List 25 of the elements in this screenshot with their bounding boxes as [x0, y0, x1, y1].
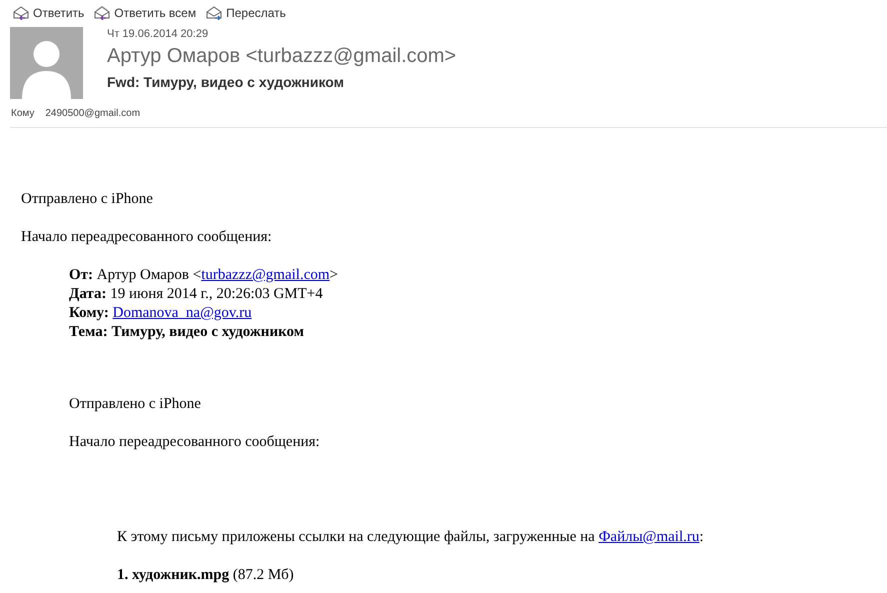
body-text: Начало переадресованного сообщения:: [21, 228, 273, 247]
header-line: От: Артур Омаров <turbazzz@gmail.com>: [69, 266, 340, 285]
files-link[interactable]: Файлы@mail.ru: [598, 529, 700, 545]
reply-all-button[interactable]: Ответить всем: [94, 3, 196, 22]
header-line: Тема: Тимуру, видео с художником: [69, 323, 305, 342]
message-subject: Fwd: Тимуру, видео с художником: [107, 74, 346, 90]
sender-name: Артур Омаров <turbazzz@gmail.com>: [107, 45, 456, 68]
forward-button[interactable]: Переслать: [206, 3, 286, 22]
body-text: К этому письму приложены ссылки на следующие файлы, загруженные на Файлы@mail.ru:: [117, 528, 705, 547]
avatar-silhouette-icon: [10, 27, 83, 99]
envelope-arrow-icon: [206, 6, 222, 20]
email-link[interactable]: Domanova_na@gov.ru: [112, 305, 252, 321]
envelope-arrow-icon: [94, 6, 110, 20]
to-label: Кому: [11, 108, 34, 119]
envelope-arrow-icon: [13, 6, 29, 20]
body-text: Начало переадресованного сообщения:: [69, 433, 321, 452]
header-line: Дата: 19 июня 2014 г., 20:26:03 GMT+4: [69, 285, 324, 304]
body-text: Отправлено с iPhone: [69, 395, 202, 414]
recipient-address: 2490500@gmail.com: [45, 108, 140, 119]
reply-button[interactable]: Ответить: [13, 3, 84, 22]
body-text: Отправлено с iPhone: [21, 190, 154, 209]
message-date: Чт 19.06.2014 20:29: [107, 28, 210, 40]
file-entry: 1. художник.mpg (87.2 Мб): [117, 566, 295, 585]
email-link[interactable]: turbazzz@gmail.com: [201, 267, 330, 283]
header-line: Кому: Domanova_na@gov.ru: [69, 304, 253, 323]
